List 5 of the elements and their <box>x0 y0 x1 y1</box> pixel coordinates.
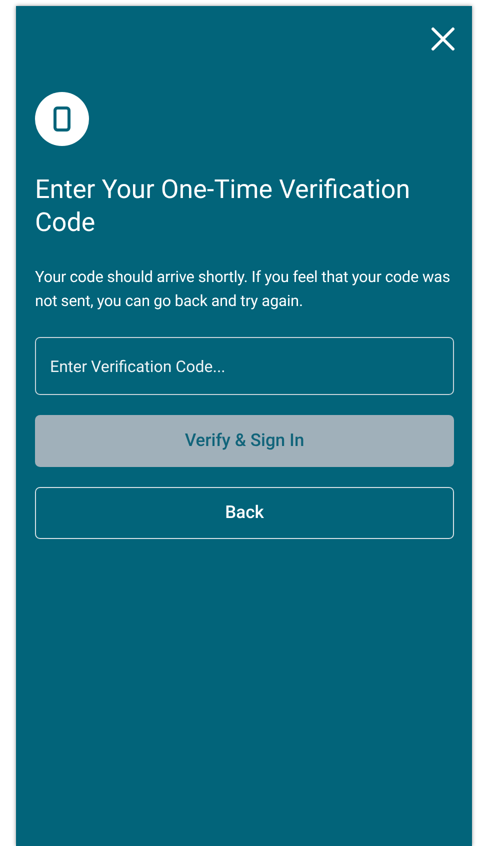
phone-icon <box>35 92 89 146</box>
instruction-text: Your code should arrive shortly. If you feel that your code was not sent, you can go back and try again. <box>35 267 452 312</box>
back-button[interactable]: Back <box>35 487 454 539</box>
page-title: Enter Your One-Time Verification Code <box>35 174 412 240</box>
code-field[interactable]: Enter Verification Code... <box>35 337 454 395</box>
